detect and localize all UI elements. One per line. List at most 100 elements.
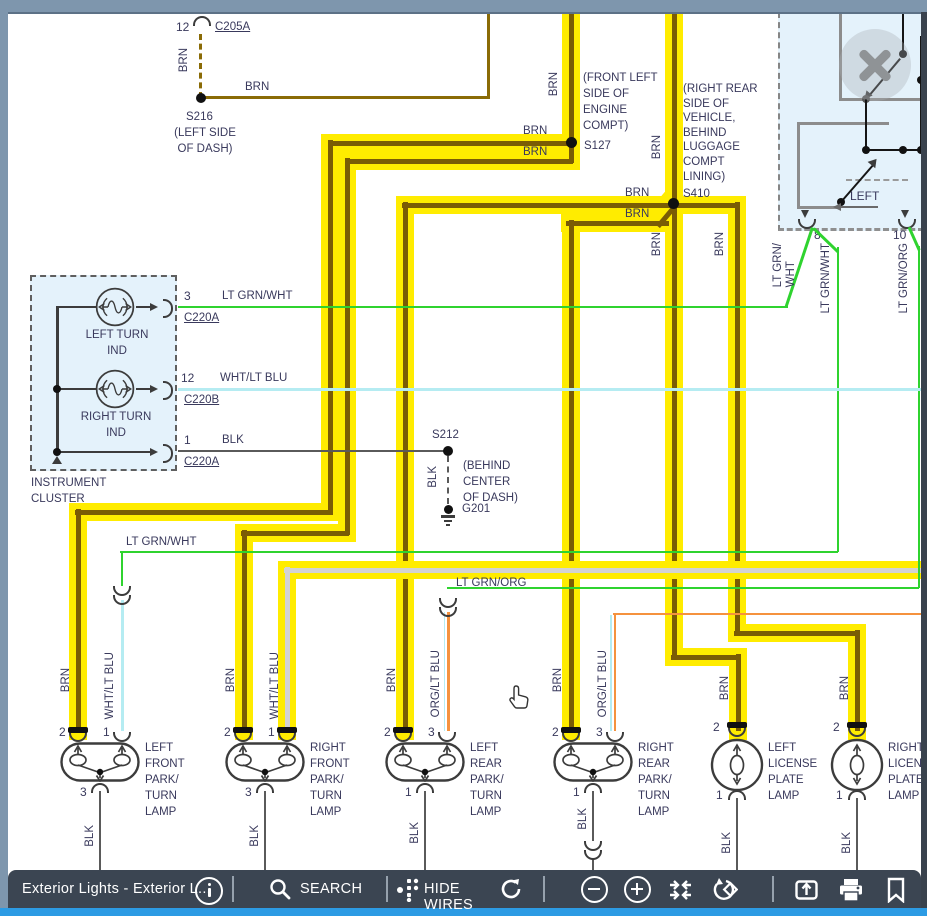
wire-org-lt-blu bbox=[610, 615, 612, 731]
wire-label-brn: BRN bbox=[225, 668, 238, 692]
pin-number: 1 bbox=[573, 785, 580, 800]
wire-terminal bbox=[727, 722, 747, 728]
search-button[interactable]: SEARCH bbox=[268, 874, 380, 904]
switch-housing-line bbox=[797, 122, 800, 208]
right-turn-ind-label: RIGHT TURN IND bbox=[70, 409, 162, 441]
hide-wires-button[interactable]: HIDE WIRES bbox=[396, 874, 496, 904]
cluster-pin-arrow bbox=[150, 448, 158, 456]
wire-label-blk: BLK bbox=[409, 822, 422, 844]
switch-housing-line bbox=[797, 206, 837, 209]
switch-housing-dash bbox=[846, 179, 908, 181]
wire-terminal bbox=[277, 727, 297, 733]
switch-wire bbox=[865, 99, 867, 151]
s127-location: (FRONT LEFT SIDE OF ENGINE COMPT) bbox=[583, 70, 658, 134]
rotate-icon bbox=[710, 876, 738, 904]
wire-label-blk: BLK bbox=[841, 832, 854, 854]
inline-connector bbox=[584, 850, 602, 860]
pin-number: 1 bbox=[103, 725, 110, 740]
left-frame-bar bbox=[0, 12, 8, 908]
toolbar-divider bbox=[543, 876, 545, 902]
wire-brn-plain bbox=[203, 96, 490, 99]
pin-number: 1 bbox=[268, 725, 275, 740]
wire-label-lt-grn-org: LT GRN/ORG bbox=[898, 243, 911, 314]
lamp-pin-connector bbox=[113, 732, 131, 742]
lamp-pin-connector bbox=[606, 732, 624, 742]
wire-label-brn: BRN bbox=[839, 676, 852, 700]
cluster-line bbox=[136, 306, 151, 309]
pin-number: 2 bbox=[713, 720, 720, 735]
c205a-connector-link[interactable]: C205A bbox=[215, 20, 250, 35]
wire-brn bbox=[241, 531, 349, 536]
zoom-in-button[interactable] bbox=[624, 876, 651, 903]
c220a-connector-link[interactable]: C220A bbox=[184, 311, 219, 326]
wire-label: ORG/LT BLU bbox=[430, 650, 443, 717]
wire-label-brn: BRN bbox=[523, 145, 547, 160]
cluster-line bbox=[136, 388, 151, 391]
wire-label: ORG/LT BLU bbox=[597, 650, 610, 717]
print-button[interactable] bbox=[838, 877, 864, 903]
g201-ground-bar bbox=[441, 515, 455, 518]
wire-label-brn: BRN bbox=[625, 207, 649, 222]
s410-location: (RIGHT REAR SIDE OF VEHICLE, BEHIND LUGG… bbox=[683, 82, 758, 184]
wire-label: WHT/LT BLU bbox=[220, 371, 287, 386]
cluster-bus-line bbox=[56, 306, 59, 452]
wire-blk bbox=[99, 791, 102, 870]
lamp-pin-connector bbox=[562, 732, 580, 742]
wire-brn bbox=[736, 654, 741, 731]
c205a-connector-icon bbox=[193, 16, 211, 26]
wire-brn bbox=[75, 510, 333, 515]
cluster-pin-arrow bbox=[150, 385, 158, 393]
c220a-connector-link[interactable]: C220A bbox=[184, 455, 219, 470]
cluster-pin-number: 1 bbox=[184, 433, 191, 448]
wire-brn bbox=[855, 630, 860, 731]
wire-brn bbox=[403, 202, 408, 731]
wire-label-blk: BLK bbox=[84, 825, 97, 847]
wire-lt-grn-wht bbox=[837, 247, 840, 552]
wire-lt-grn-wht bbox=[178, 306, 788, 309]
wire-blk bbox=[264, 791, 267, 870]
pin-number: 3 bbox=[80, 785, 87, 800]
wire-label-lt-grn-wht: LT GRN/WHT bbox=[126, 535, 197, 550]
wire-label-blk: BLK bbox=[427, 466, 440, 488]
wire-label-brn: BRN bbox=[245, 80, 269, 95]
wire-label-lt-grn-org: LT GRN/ORG bbox=[456, 576, 527, 591]
lamp-label: LEFT REAR PARK/ TURN LAMP bbox=[470, 740, 504, 820]
wire-brn bbox=[569, 220, 574, 731]
lamp-label: LEFT FRONT PARK/ TURN LAMP bbox=[145, 740, 185, 820]
wire-brn bbox=[566, 221, 669, 226]
left-turn-indicator-icon bbox=[94, 286, 136, 328]
lamp-pin-connector bbox=[91, 783, 109, 793]
wire-wht-lt-blu-hl bbox=[285, 567, 290, 731]
fit-screen-button[interactable] bbox=[667, 876, 694, 903]
pin-number: 1 bbox=[716, 788, 723, 803]
refresh-button[interactable] bbox=[498, 876, 526, 904]
left-rear-park-turn-lamp bbox=[385, 742, 465, 782]
s212-splice-dot bbox=[443, 446, 453, 456]
bookmark-button[interactable] bbox=[884, 877, 908, 903]
export-button[interactable] bbox=[793, 876, 820, 903]
pin-number: 3 bbox=[428, 725, 435, 740]
wire-label-brn: BRN bbox=[60, 668, 73, 692]
pin-number: 1 bbox=[405, 785, 412, 800]
hide-wires-icon bbox=[396, 876, 420, 902]
wire-label-brn: BRN bbox=[548, 72, 561, 96]
wire-label: WHT/LT BLU bbox=[269, 652, 282, 719]
close-button[interactable] bbox=[839, 29, 911, 101]
wire-terminal bbox=[561, 727, 581, 733]
pin-number: 2 bbox=[59, 725, 66, 740]
wire-org-lt-blu bbox=[613, 613, 921, 616]
info-button[interactable] bbox=[195, 877, 223, 905]
switch-position-label: LEFT bbox=[850, 189, 879, 204]
g201-ground-bar bbox=[444, 520, 452, 522]
zoom-out-button[interactable] bbox=[581, 876, 608, 903]
pin-number: 3 bbox=[245, 785, 252, 800]
left-license-plate-lamp bbox=[709, 737, 765, 793]
toolbar-divider bbox=[232, 876, 234, 902]
pin-number: 3 bbox=[596, 725, 603, 740]
lamp-pin-connector bbox=[416, 783, 434, 793]
wire-label-lt-grn-wht: LT GRN/WHT bbox=[820, 243, 833, 314]
c220b-connector-link[interactable]: C220B bbox=[184, 393, 219, 408]
rotate-button[interactable] bbox=[710, 876, 738, 904]
fit-screen-icon bbox=[667, 876, 694, 903]
hand-cursor bbox=[508, 684, 530, 710]
